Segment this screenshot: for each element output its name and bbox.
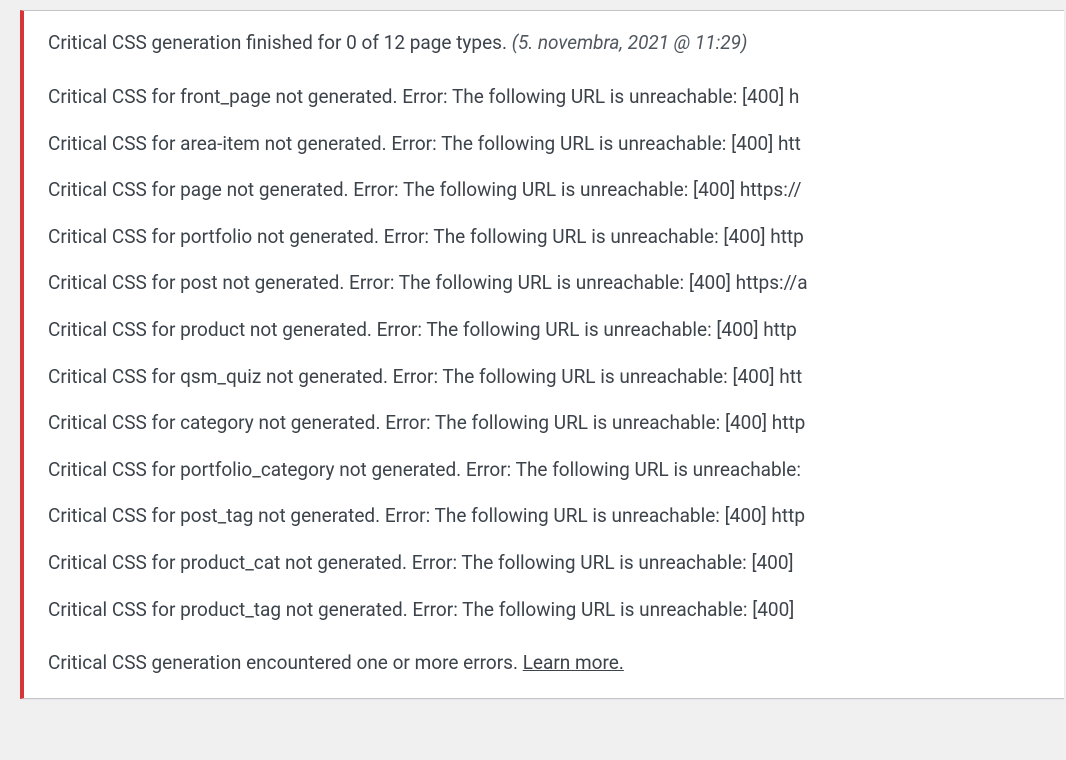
error-item: Critical CSS for product not generated. … [48,317,1040,344]
header-text: Critical CSS generation finished for 0 o… [48,31,512,54]
error-item: Critical CSS for post_tag not generated.… [48,503,1040,530]
error-item: Critical CSS for post not generated. Err… [48,270,1040,297]
error-item: Critical CSS for portfolio_category not … [48,457,1040,484]
error-item: Critical CSS for qsm_quiz not generated.… [48,364,1040,391]
error-list: Critical CSS for front_page not generate… [48,84,1040,623]
notice-header: Critical CSS generation finished for 0 o… [48,31,1040,54]
error-item: Critical CSS for product_cat not generat… [48,550,1040,577]
error-notice: Critical CSS generation finished for 0 o… [20,10,1064,699]
error-item: Critical CSS for portfolio not generated… [48,224,1040,251]
notice-footer: Critical CSS generation encountered one … [48,651,1040,674]
footer-text: Critical CSS generation encountered one … [48,651,523,674]
error-item: Critical CSS for category not generated.… [48,410,1040,437]
error-item: Critical CSS for front_page not generate… [48,84,1040,111]
error-item: Critical CSS for product_tag not generat… [48,597,1040,624]
error-item: Critical CSS for page not generated. Err… [48,177,1040,204]
error-item: Critical CSS for area-item not generated… [48,131,1040,158]
learn-more-link[interactable]: Learn more. [523,651,624,674]
header-timestamp: (5. novembra, 2021 @ 11:29) [512,31,748,54]
